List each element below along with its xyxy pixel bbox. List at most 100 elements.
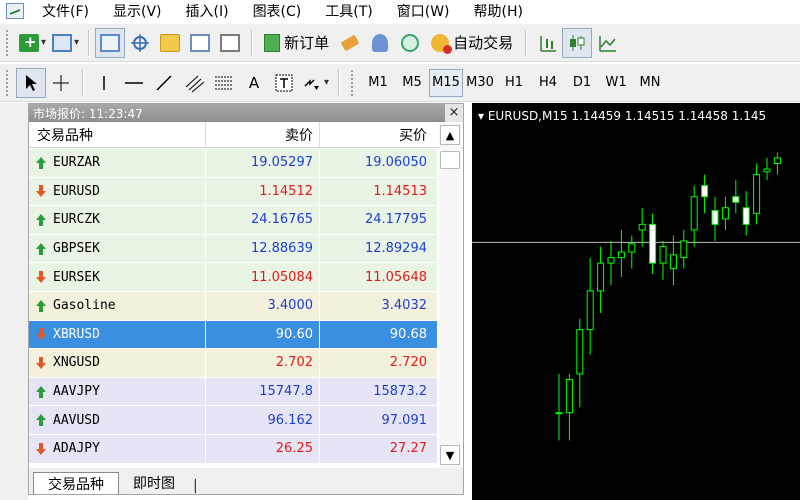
timeframe-h4-button[interactable]: H4 [531, 69, 565, 97]
market-watch-title: 市场报价: 11:23:47 [33, 106, 143, 121]
market-watch-scrollbar[interactable]: ▲ ▼ [439, 123, 461, 469]
candle-body [597, 262, 605, 292]
new-order-button[interactable]: 新订单 [258, 28, 335, 58]
candle-body [742, 207, 750, 225]
table-row[interactable]: XBRUSD 90.60 90.68 [29, 320, 437, 350]
bar-chart-button[interactable] [532, 28, 562, 58]
timeframe-m15-button[interactable]: M15 [429, 68, 464, 97]
table-row[interactable]: AAVUSD 96.162 97.091 [29, 406, 437, 435]
toolbar-grip[interactable] [6, 69, 10, 96]
candle-body [732, 196, 740, 203]
user-icon [372, 33, 389, 52]
timeframe-m1-button[interactable]: M1 [361, 69, 395, 97]
candle-body [763, 168, 771, 173]
menu-view[interactable]: 显示(V) [101, 1, 174, 21]
arrow-down-icon [35, 185, 47, 198]
arrow-down-icon [35, 328, 47, 341]
scrollbar-thumb[interactable] [440, 151, 460, 169]
auto-trading-button[interactable]: 自动交易 [425, 28, 519, 58]
column-header-ask[interactable]: 买价 [319, 122, 433, 147]
crosshair-tool-button[interactable] [46, 68, 76, 98]
menu-insert[interactable]: 插入(I) [174, 1, 241, 21]
table-row[interactable]: ADAJPY 26.25 27.27 [29, 434, 437, 464]
table-row[interactable]: EURCZK 24.16765 24.17795 [29, 206, 437, 235]
table-row[interactable]: GBPSEK 12.88639 12.89294 [29, 234, 437, 264]
tab-symbols[interactable]: 交易品种 [33, 472, 119, 494]
data-window-button[interactable] [125, 28, 155, 58]
toolbar-grip[interactable] [351, 69, 355, 96]
close-icon[interactable]: × [445, 104, 463, 122]
cursor-tool-button[interactable] [16, 67, 46, 98]
toolbar-grip[interactable] [6, 29, 10, 56]
arrow-up-icon [35, 242, 47, 255]
symbol-cell: EURZAR [29, 149, 205, 177]
new-chart-button[interactable] [16, 28, 49, 58]
tab-tick-chart[interactable]: 即时图 [119, 472, 189, 494]
timeframe-m5-button[interactable]: M5 [395, 69, 429, 97]
candle-body [555, 412, 563, 415]
ask-cell: 19.06050 [319, 149, 433, 177]
timeframe-mn-button[interactable]: MN [633, 69, 667, 97]
arrow-up-icon [35, 299, 47, 312]
strategy-tester-icon [220, 33, 241, 52]
market-watch-toggle-button[interactable] [95, 27, 126, 58]
symbol-name: XBRUSD [53, 326, 100, 342]
new-order-label: 新订单 [284, 34, 330, 52]
menu-tools[interactable]: 工具(T) [313, 1, 384, 21]
channel-icon [185, 75, 205, 92]
candle-body [701, 185, 709, 198]
candlestick-chart-button[interactable] [562, 27, 593, 58]
signals-button[interactable] [335, 28, 365, 58]
ask-cell: 3.4032 [319, 291, 433, 320]
column-header-symbol[interactable]: 交易品种 [29, 122, 205, 147]
symbol-cell: AAVUSD [29, 406, 205, 434]
market-button[interactable] [395, 28, 425, 58]
table-row[interactable]: EURSEK 11.05084 11.05648 [29, 263, 437, 292]
vertical-line-button[interactable] [89, 68, 119, 98]
bid-cell: 2.702 [205, 349, 319, 377]
navigator-button[interactable] [155, 28, 185, 58]
column-header-bid[interactable]: 卖价 [205, 122, 319, 147]
scroll-down-button[interactable]: ▼ [440, 445, 460, 465]
profiles-button[interactable] [49, 28, 82, 58]
table-row[interactable]: EURZAR 19.05297 19.06050 [29, 149, 437, 178]
text-label-tool-button[interactable] [269, 68, 299, 98]
table-row[interactable]: XNGUSD 2.702 2.720 [29, 349, 437, 378]
candlestick-icon [570, 34, 585, 51]
symbol-cell: XBRUSD [29, 321, 205, 349]
timeframe-d1-button[interactable]: D1 [565, 69, 599, 97]
market-watch-panel: 市场报价: 11:23:47 × 交易品种 卖价 买价 EURZAR 19.052… [28, 103, 464, 495]
terminal-button[interactable] [185, 28, 215, 58]
table-row[interactable]: EURUSD 1.14512 1.14513 [29, 177, 437, 207]
symbol-cell: EURSEK [29, 263, 205, 291]
arrow-up-icon [35, 156, 47, 169]
table-row[interactable]: Gasoline 3.4000 3.4032 [29, 291, 437, 321]
symbol-name: EURCZK [53, 212, 100, 228]
fibonacci-button[interactable] [209, 68, 239, 98]
table-row[interactable]: AAVJPY 15747.8 15873.2 [29, 377, 437, 407]
scroll-up-button[interactable]: ▲ [440, 125, 460, 145]
timeframe-m30-button[interactable]: M30 [463, 69, 497, 97]
text-tool-button[interactable]: A [239, 68, 269, 98]
trendline-button[interactable] [149, 68, 179, 98]
menu-window[interactable]: 窗口(W) [385, 1, 462, 21]
symbol-cell: ADAJPY [29, 435, 205, 463]
crosshair-target-icon [131, 33, 150, 52]
globe-icon [401, 33, 420, 52]
equidistant-channel-button[interactable] [179, 68, 209, 98]
menu-charts[interactable]: 图表(C) [241, 1, 314, 21]
account-button[interactable] [365, 28, 395, 58]
menu-file[interactable]: 文件(F) [30, 1, 101, 21]
candlestick-chart[interactable] [472, 103, 800, 500]
candle-body [753, 174, 761, 214]
timeframe-w1-button[interactable]: W1 [599, 69, 633, 97]
bid-cell: 12.88639 [205, 234, 319, 263]
line-chart-button[interactable] [592, 28, 622, 58]
strategy-tester-button[interactable] [215, 28, 245, 58]
eurusd-chart-window[interactable]: ▾ EURUSD,M15 1.14459 1.14515 1.14458 1.1… [472, 103, 800, 500]
menu-help[interactable]: 帮助(H) [462, 1, 535, 21]
navigator-folder-icon [160, 33, 181, 52]
horizontal-line-button[interactable] [119, 68, 149, 98]
timeframe-h1-button[interactable]: H1 [497, 69, 531, 97]
arrows-tool-button[interactable] [299, 68, 332, 98]
